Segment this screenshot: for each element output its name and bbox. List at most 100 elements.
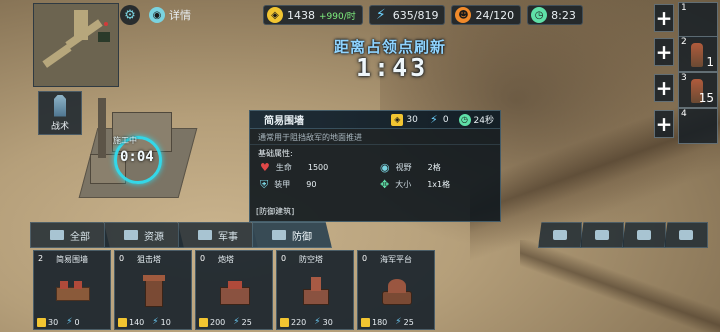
card-costs: 30 ⚡ 0 <box>37 317 80 327</box>
time-value: 8:23 <box>551 8 576 22</box>
tactics-label: 战术 <box>50 121 69 132</box>
details-label: 详情 <box>169 9 191 22</box>
info-gold-cost: ◈ 30 <box>391 113 418 126</box>
top-bar: ⚙ ◉ 详情 ◈ 1438 +990/时 ⚡ 635/819 ☻ 24/120 … <box>120 4 583 26</box>
attr-hp: ♥ 生命 1500 <box>260 161 329 174</box>
tab-unit-aircraft[interactable] <box>664 222 708 248</box>
unit-category-tabs <box>538 222 708 248</box>
build-category-tabs: 全部 资源 军事 防御 <box>30 222 332 248</box>
lightning-icon: ⚡ <box>66 317 73 327</box>
add-slot-button[interactable]: + <box>654 4 674 32</box>
tower-icon <box>54 94 66 117</box>
unit-slot[interactable]: 2 1 <box>678 36 718 72</box>
resources-icon <box>124 230 138 240</box>
tank-icon <box>553 230 567 240</box>
crane <box>98 98 106 158</box>
add-slot-button[interactable]: + <box>654 74 674 102</box>
construction-label: 施工中 <box>113 136 137 145</box>
all-icon <box>50 230 64 240</box>
gold-icon <box>37 317 46 327</box>
gold-value: 1438 <box>287 8 315 22</box>
tab-unit-infantry[interactable] <box>622 222 666 248</box>
unit-slot[interactable]: 4 <box>678 108 718 144</box>
population-value: 24/120 <box>475 8 515 22</box>
eye-icon: ◉ <box>149 7 165 23</box>
attr-size: ✥ 大小 1x1格 <box>380 178 451 191</box>
infantry-icon <box>637 230 651 240</box>
terrain-crack <box>520 240 720 332</box>
population-counter: ☻ 24/120 <box>451 5 522 25</box>
naval-platform-icon <box>376 273 418 309</box>
card-costs: 200 ⚡ 25 <box>199 317 252 327</box>
energy-value: 635/819 <box>392 8 439 22</box>
anti-air-tower-icon <box>295 273 337 309</box>
building-info-panel: 简易围墙 ◈ 30 ⚡ 0 ◷ 24秒 通常用于阻挡敌军的地面推进 基础属性: … <box>249 110 501 222</box>
shield-icon: ⛨ <box>260 177 269 191</box>
add-slot-button[interactable]: + <box>654 110 674 138</box>
time-counter: ◷ 8:23 <box>527 5 583 25</box>
gold-rate: +990/时 <box>319 11 356 22</box>
minimap-enemy-marker <box>104 22 108 26</box>
build-card-simple-wall[interactable]: 2 简易围墙 30 ⚡ 0 <box>33 250 111 330</box>
tab-unit-tank[interactable] <box>538 222 582 248</box>
minimap-road <box>42 44 72 68</box>
minimap[interactable] <box>33 3 119 87</box>
soldier-icon <box>691 43 703 67</box>
info-building-name: 简易围墙 <box>264 116 304 127</box>
build-card-cannon-tower[interactable]: 0 炮塔 200 ⚡ 25 <box>195 250 273 330</box>
build-card-naval-platform[interactable]: 0 海军平台 180 ⚡ 25 <box>357 250 435 330</box>
clock-icon: ◷ <box>458 113 471 126</box>
info-description: 通常用于阻挡敌军的地面推进 <box>250 129 500 145</box>
refresh-countdown: 1:43 <box>356 53 429 82</box>
info-section-title: 基础属性: <box>258 149 293 158</box>
gold-icon: ◈ <box>391 113 404 126</box>
gold-icon <box>280 317 289 327</box>
gold-icon <box>361 317 370 327</box>
attr-vision: ◉ 视野 2格 <box>380 161 441 174</box>
build-card-sniper-tower[interactable]: 0 狙击塔 140 ⚡ 10 <box>114 250 192 330</box>
tab-unit-vehicle[interactable] <box>580 222 624 248</box>
gold-icon <box>199 317 208 327</box>
gold-icon <box>118 317 127 327</box>
sniper-tower-icon <box>133 273 175 309</box>
tab-defense[interactable]: 防御 <box>252 222 332 248</box>
gold-counter: ◈ 1438 +990/时 <box>263 5 363 25</box>
attr-armor: ⛨ 装甲 90 <box>260 177 317 191</box>
gold-icon: ◈ <box>267 7 283 23</box>
lightning-icon: ⚡ <box>233 317 240 327</box>
lightning-icon: ⚡ <box>314 317 321 327</box>
build-card-list: 2 简易围墙 30 ⚡ 0 0 狙击塔 140 ⚡ 10 0 炮塔 200 ⚡ … <box>33 250 435 330</box>
tab-all[interactable]: 全部 <box>30 222 110 248</box>
aircraft-icon <box>679 230 693 240</box>
defense-icon <box>272 230 286 240</box>
tab-military[interactable]: 军事 <box>178 222 258 248</box>
card-costs: 220 ⚡ 30 <box>280 317 333 327</box>
lightning-icon: ⚡ <box>395 317 402 327</box>
construction-timer: 0:04 <box>120 149 154 165</box>
card-costs: 180 ⚡ 25 <box>361 317 414 327</box>
info-build-time: ◷ 24秒 <box>458 113 494 126</box>
info-energy-cost: ⚡ 0 <box>428 113 449 126</box>
tab-resources[interactable]: 资源 <box>104 222 184 248</box>
wall-icon <box>52 273 94 309</box>
minimap-road <box>74 10 88 40</box>
details-button[interactable]: ◉ 详情 <box>146 5 197 25</box>
build-card-anti-air-tower[interactable]: 0 防空塔 220 ⚡ 30 <box>276 250 354 330</box>
cannon-tower-icon <box>214 273 256 309</box>
info-category-tag: [防御建筑] <box>256 207 295 216</box>
energy-counter: ⚡ 635/819 <box>368 5 446 25</box>
info-header: 简易围墙 ◈ 30 ⚡ 0 ◷ 24秒 <box>250 111 500 129</box>
unit-slot[interactable]: 1 <box>678 2 718 38</box>
military-icon <box>198 230 212 240</box>
population-icon: ☻ <box>455 7 472 23</box>
add-slot-button[interactable]: + <box>654 38 674 66</box>
clock-icon: ◷ <box>531 7 548 23</box>
unit-slot[interactable]: 3 15 <box>678 72 718 108</box>
attr-row: ♥ 生命 1500 ◉ 视野 2格 <box>250 159 500 176</box>
card-costs: 140 ⚡ 10 <box>118 317 171 327</box>
vehicle-icon <box>595 230 609 240</box>
heart-icon: ♥ <box>260 161 270 174</box>
gear-icon[interactable]: ⚙ <box>120 5 140 25</box>
lightning-icon: ⚡ <box>375 7 386 23</box>
minimap-base-marker <box>98 32 110 42</box>
